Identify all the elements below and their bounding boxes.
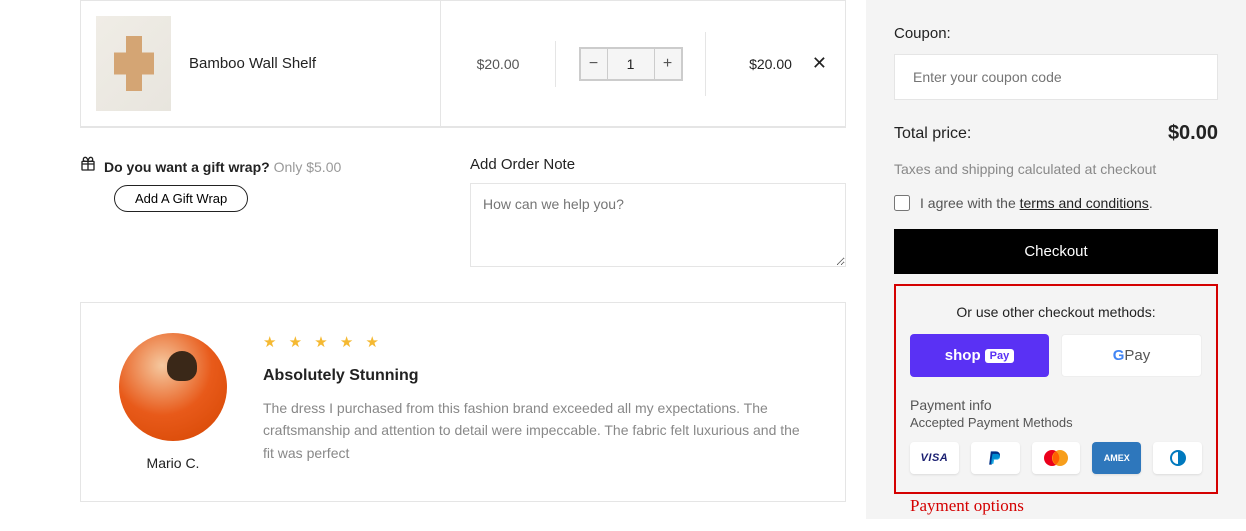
payment-info-title: Payment info (910, 397, 1202, 413)
coupon-label: Coupon: (894, 25, 1218, 42)
quantity-value[interactable]: 1 (608, 48, 654, 80)
amex-icon: AMEX (1092, 442, 1141, 474)
accepted-cards: VISA AMEX (910, 442, 1202, 474)
table-row: Bamboo Wall Shelf $20.00 − 1 + $20.00 ✕ (81, 1, 845, 127)
order-note-textarea[interactable] (470, 183, 846, 267)
agree-text: I agree with the terms and conditions. (920, 195, 1153, 211)
review-title: Absolutely Stunning (263, 367, 813, 385)
giftwrap-question: Do you want a gift wrap? (104, 159, 270, 175)
product-subtotal: $20.00 (749, 56, 792, 72)
order-note-label: Add Order Note (470, 156, 846, 173)
payment-options-highlight: Or use other checkout methods: shopPay G… (894, 284, 1218, 494)
paypal-icon (971, 442, 1020, 474)
coupon-input[interactable] (894, 54, 1218, 100)
annotation-label: Payment options (910, 496, 1024, 516)
avatar (119, 333, 227, 441)
giftwrap-section: Do you want a gift wrap? Only $5.00 Add … (80, 156, 440, 212)
taxes-note: Taxes and shipping calculated at checkou… (894, 161, 1218, 177)
total-price-value: $0.00 (1168, 122, 1218, 145)
diners-icon (1153, 442, 1202, 474)
order-note-section: Add Order Note (470, 156, 846, 272)
mastercard-icon (1032, 442, 1081, 474)
visa-icon: VISA (910, 442, 959, 474)
payment-info-subtitle: Accepted Payment Methods (910, 415, 1202, 430)
product-name[interactable]: Bamboo Wall Shelf (189, 55, 316, 72)
cart-table: Bamboo Wall Shelf $20.00 − 1 + $20.00 ✕ (80, 0, 846, 128)
review-card: Mario C. ★ ★ ★ ★ ★ Absolutely Stunning T… (80, 302, 846, 502)
agree-checkbox[interactable] (894, 195, 910, 211)
other-methods-label: Or use other checkout methods: (910, 304, 1202, 320)
quantity-decrease-button[interactable]: − (580, 48, 608, 80)
gift-icon (80, 156, 96, 177)
product-thumbnail[interactable] (96, 16, 171, 111)
review-text: The dress I purchased from this fashion … (263, 397, 813, 464)
quantity-increase-button[interactable]: + (654, 48, 682, 80)
remove-item-button[interactable]: ✕ (812, 53, 827, 74)
giftwrap-price: Only $5.00 (274, 159, 342, 175)
shoppay-button[interactable]: shopPay (910, 334, 1049, 377)
checkout-button[interactable]: Checkout (894, 229, 1218, 274)
star-rating: ★ ★ ★ ★ ★ (263, 333, 813, 351)
total-price-label: Total price: (894, 125, 971, 143)
checkout-sidebar: Coupon: Total price: $0.00 Taxes and shi… (866, 0, 1246, 519)
product-price: $20.00 (441, 41, 556, 87)
add-giftwrap-button[interactable]: Add A Gift Wrap (114, 185, 248, 212)
reviewer-name: Mario C. (147, 455, 200, 471)
terms-link[interactable]: terms and conditions (1020, 195, 1149, 211)
quantity-stepper: − 1 + (579, 47, 683, 81)
gpay-button[interactable]: G Pay (1061, 334, 1202, 377)
